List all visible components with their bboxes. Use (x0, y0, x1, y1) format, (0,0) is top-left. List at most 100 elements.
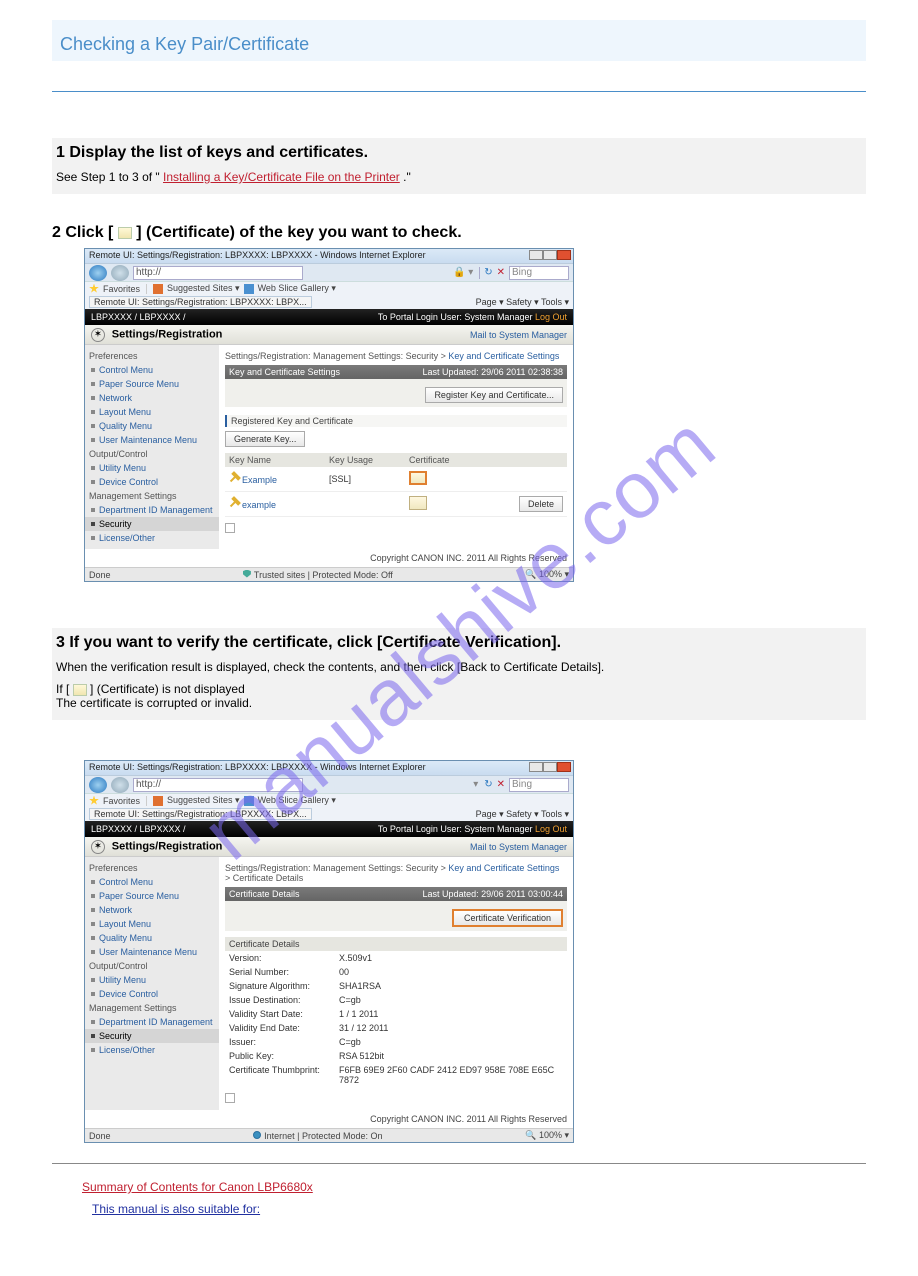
key-usage: [SSL] (329, 474, 409, 484)
globe-icon (253, 1131, 261, 1139)
summary-link[interactable]: Summary of Contents for Canon LBP6680x (82, 1180, 866, 1194)
export-icon[interactable] (225, 1093, 235, 1103)
zoom-display[interactable]: 🔍 100% ▾ (525, 569, 569, 580)
step-1-note-link[interactable]: Installing a Key/Certificate File on the… (163, 170, 400, 184)
sidebar-item-device[interactable]: Device Control (85, 475, 219, 489)
stop-icon[interactable]: ✕ (497, 779, 505, 790)
browser-menu[interactable]: Page ▾ Safety ▾ Tools ▾ (476, 297, 569, 308)
detail-value: 31 / 12 2011 (339, 1023, 563, 1033)
sidebar-item-security[interactable]: Security (85, 517, 219, 531)
favorites-icon[interactable] (89, 796, 99, 806)
sidebar-item-control[interactable]: Control Menu (85, 875, 219, 889)
status-bar: Done Internet | Protected Mode: On 🔍 100… (85, 1128, 573, 1142)
address-bar: http:// 🔒 ▾ ↻ ✕ Bing (85, 263, 573, 281)
copyright: Copyright CANON INC. 2011 All Rights Res… (85, 549, 573, 567)
back-icon[interactable] (89, 265, 107, 281)
sidebar-item-quality[interactable]: Quality Menu (85, 419, 219, 433)
sidebar-item-utility[interactable]: Utility Menu (85, 973, 219, 987)
back-icon[interactable] (89, 777, 107, 793)
sidebar-item-deptid[interactable]: Department ID Management (85, 503, 219, 517)
detail-row: Signature Algorithm:SHA1RSA (225, 979, 567, 993)
col-keyusage: Key Usage (329, 455, 409, 465)
browser-tab[interactable]: Remote UI: Settings/Registration: LBPXXX… (89, 296, 312, 308)
browser-menu[interactable]: Page ▾ Safety ▾ Tools ▾ (476, 809, 569, 820)
search-input[interactable]: Bing (509, 778, 569, 792)
certificate-icon[interactable] (409, 496, 427, 510)
favorites-icon[interactable] (89, 284, 99, 294)
suggested-sites[interactable]: Suggested Sites ▾ (167, 795, 240, 806)
sidebar-item-license[interactable]: License/Other (85, 531, 219, 545)
detail-value: X.509v1 (339, 953, 563, 963)
sidebar-cat-mgmt: Management Settings (85, 1001, 219, 1015)
stop-icon[interactable]: ✕ (497, 267, 505, 278)
register-key-button[interactable]: Register Key and Certificate... (425, 387, 563, 403)
crumb-sep: > (225, 873, 233, 883)
maximize-icon[interactable] (543, 762, 557, 772)
certificate-verification-button[interactable]: Certificate Verification (452, 909, 563, 927)
crumb-link[interactable]: Key and Certificate Settings (448, 351, 559, 361)
search-input[interactable]: Bing (509, 266, 569, 280)
sidebar-item-control[interactable]: Control Menu (85, 363, 219, 377)
sidebar-item-utility[interactable]: Utility Menu (85, 461, 219, 475)
sidebar-item-paper[interactable]: Paper Source Menu (85, 377, 219, 391)
mail-link[interactable]: Mail to System Manager (470, 330, 567, 340)
sidebar-item-device[interactable]: Device Control (85, 987, 219, 1001)
minimize-icon[interactable] (529, 762, 543, 772)
sidebar-item-network[interactable]: Network (85, 391, 219, 405)
sidebar-item-license[interactable]: License/Other (85, 1043, 219, 1057)
table-header: Key Name Key Usage Certificate (225, 453, 567, 467)
zoom-display[interactable]: 🔍 100% ▾ (525, 1130, 569, 1141)
logout-link[interactable]: Log Out (535, 824, 567, 834)
logout-link[interactable]: Log Out (535, 312, 567, 322)
maximize-icon[interactable] (543, 250, 557, 260)
webslice-gallery[interactable]: Web Slice Gallery ▾ (258, 283, 336, 294)
detail-row: Issuer:C=gb (225, 1035, 567, 1049)
suggested-sites[interactable]: Suggested Sites ▾ (167, 283, 240, 294)
status-done: Done (89, 1131, 111, 1141)
generate-key-button[interactable]: Generate Key... (225, 431, 305, 447)
refresh-icon[interactable]: ↻ (484, 267, 492, 278)
sidebar-item-layout[interactable]: Layout Menu (85, 917, 219, 931)
webslice-icon[interactable] (244, 796, 254, 806)
mail-link[interactable]: Mail to System Manager (470, 842, 567, 852)
close-icon[interactable] (557, 762, 571, 772)
webslice-icon[interactable] (244, 284, 254, 294)
sidebar-item-network[interactable]: Network (85, 903, 219, 917)
sidebar-item-layout[interactable]: Layout Menu (85, 405, 219, 419)
forward-icon[interactable] (111, 777, 129, 793)
url-field[interactable]: http:// (133, 778, 303, 792)
certificate-icon (118, 227, 132, 239)
sidebar-item-deptid[interactable]: Department ID Management (85, 1015, 219, 1029)
col-keyname: Key Name (229, 455, 329, 465)
webslice-gallery[interactable]: Web Slice Gallery ▾ (258, 795, 336, 806)
browser-tab[interactable]: Remote UI: Settings/Registration: LBPXXX… (89, 808, 312, 820)
minimize-icon[interactable] (529, 250, 543, 260)
detail-row: Validity Start Date:1 / 1 2011 (225, 1007, 567, 1021)
suggested-icon[interactable] (153, 284, 163, 294)
detail-label: Issue Destination: (229, 995, 339, 1005)
url-field[interactable]: http:// (133, 266, 303, 280)
suitable-link[interactable]: This manual is also suitable for: (92, 1202, 866, 1216)
sidebar-item-paper[interactable]: Paper Source Menu (85, 889, 219, 903)
detail-value: F6FB 69E9 2F60 CADF 2412 ED97 958E 708E … (339, 1065, 563, 1085)
suggested-icon[interactable] (153, 796, 163, 806)
page-title: Checking a Key Pair/Certificate (52, 20, 866, 61)
panel-header: Key and Certificate Settings Last Update… (225, 365, 567, 379)
export-icon[interactable] (225, 523, 235, 533)
sidebar-item-security[interactable]: Security (85, 1029, 219, 1043)
breadcrumb: Settings/Registration: Management Settin… (225, 349, 567, 363)
delete-button[interactable]: Delete (519, 496, 563, 512)
sidebar-item-usermaint[interactable]: User Maintenance Menu (85, 433, 219, 447)
device-name: LBPXXXX / LBPXXXX / (91, 824, 186, 834)
dropdown-icon[interactable]: ▾ (471, 779, 480, 790)
detail-value: C=gb (339, 995, 563, 1005)
refresh-icon[interactable]: ↻ (484, 779, 492, 790)
close-icon[interactable] (557, 250, 571, 260)
key-name-link[interactable]: Example (242, 475, 277, 485)
crumb-link[interactable]: Key and Certificate Settings (448, 863, 559, 873)
forward-icon[interactable] (111, 265, 129, 281)
sidebar-item-usermaint[interactable]: User Maintenance Menu (85, 945, 219, 959)
certificate-icon[interactable] (409, 471, 427, 485)
sidebar-item-quality[interactable]: Quality Menu (85, 931, 219, 945)
key-name-link[interactable]: example (242, 500, 276, 510)
